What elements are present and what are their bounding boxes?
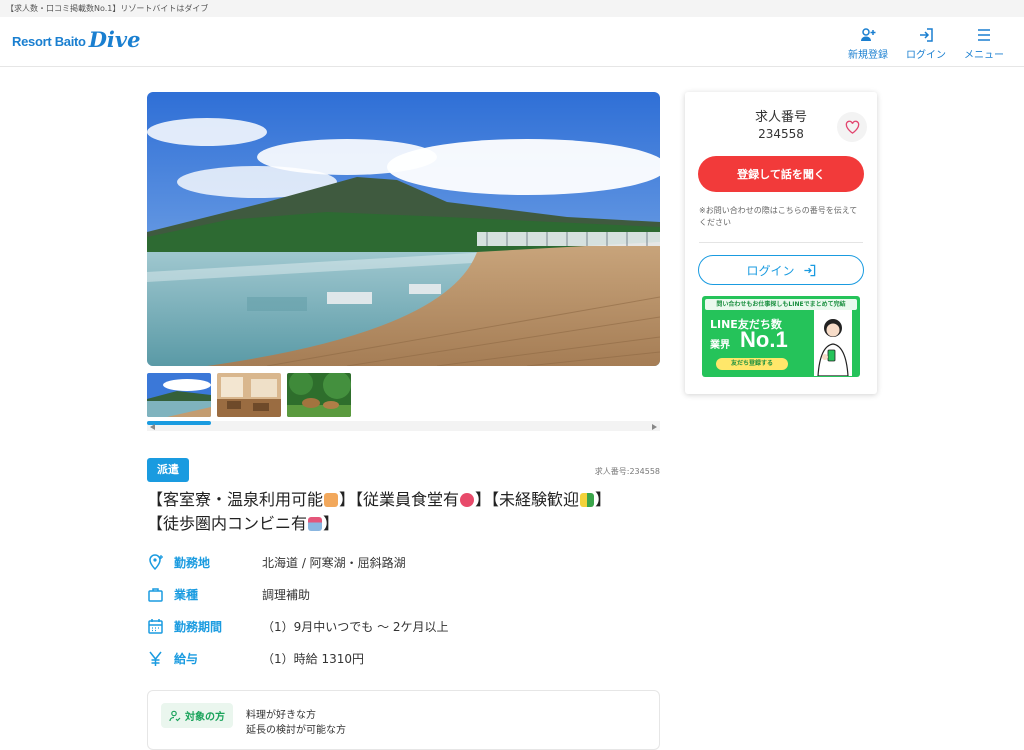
title-part-5: 【徒歩圏内コンビニ有 <box>147 514 308 533</box>
site-header: Resort Baito Dive 新規登録 ログイン メニュー <box>0 17 1024 67</box>
hamburger-menu-icon <box>978 29 990 41</box>
line-banner-industry: 業界 <box>710 340 730 351</box>
menu-nav-button[interactable]: メニュー <box>962 27 1006 61</box>
line-banner-top-text: 問い合わせもお仕事探しもLINEでまとめて完結 <box>705 299 857 310</box>
period-label: 勤務期間 <box>174 619 223 634</box>
job-main-column: 派遣 求人番号:234558 【客室寮・温泉利用可能 】【従業員食堂有 】【未経験歓… <box>147 92 660 750</box>
login-arrow-icon <box>803 264 815 276</box>
scroll-left-arrow[interactable] <box>150 424 155 430</box>
thumbnail-pool[interactable] <box>147 373 211 417</box>
target-audience-chip: 対象の方 <box>161 703 233 728</box>
side-login-button[interactable]: ログイン <box>698 255 864 285</box>
info-row-wage: 給与 （1）時給 1310円 <box>147 642 660 674</box>
line-banner-no1: No.1 <box>740 327 788 352</box>
hero-photo-infinity-pool[interactable] <box>147 92 660 366</box>
title-part-4: 】 <box>595 490 612 509</box>
wage-label: 給与 <box>174 651 199 666</box>
target-line-1: 料理が好きな方 <box>246 710 316 721</box>
site-logo[interactable]: Resort Baito Dive <box>12 27 141 52</box>
briefcase-icon <box>148 587 163 602</box>
menu-nav-label: メニュー <box>964 50 1004 61</box>
login-nav-button[interactable]: ログイン <box>904 27 948 61</box>
employment-type-badge: 派遣 <box>147 458 189 482</box>
info-row-period: 勤務期間 （1）9月中いつでも ～ 2ケ月以上 <box>147 610 660 642</box>
thumbnail-interior[interactable] <box>217 373 281 417</box>
title-part-2: 】【従業員食堂有 <box>339 490 460 509</box>
woman-with-phone-illustration <box>814 310 852 376</box>
category-label: 業種 <box>174 587 199 602</box>
login-nav-label: ログイン <box>906 50 946 61</box>
thumbnail-deer-forest[interactable] <box>287 373 351 417</box>
top-notice-bar: 【求人数・口コミ掲載数No.1】リゾートバイトはダイブ <box>0 0 1024 17</box>
favorite-button[interactable] <box>837 112 867 142</box>
wage-value: （1）時給 1310円 <box>262 651 364 666</box>
side-login-label: ログイン <box>746 263 795 278</box>
location-pin-icon <box>149 553 163 570</box>
login-icon <box>920 28 933 42</box>
logo-resort-text: Resort Baito <box>12 34 86 49</box>
line-friends-banner[interactable]: 問い合わせもお仕事探しもLINEでまとめて完結 LINE友だち数 業界 No.1… <box>702 296 860 377</box>
side-divider <box>699 242 863 243</box>
info-row-location: 勤務地 北海道 / 阿寒湖・屈斜路湖 <box>147 546 660 578</box>
job-title: 【客室寮・温泉利用可能 】【従業員食堂有 】【未経験歓迎】 【徒歩圏内コンビニ有】 <box>147 488 660 536</box>
target-line-2: 延長の検討が可能な方 <box>246 725 346 736</box>
thumbnail-scrollbar[interactable] <box>147 421 660 431</box>
target-chip-label: 対象の方 <box>185 712 225 723</box>
job-info-list: 勤務地 北海道 / 阿寒湖・屈斜路湖 業種 調理補助 勤務期間 （1）9月中いつ… <box>147 546 660 674</box>
job-meta-row: 派遣 求人番号:234558 <box>147 458 660 482</box>
scroll-right-arrow[interactable] <box>652 424 657 430</box>
period-value: （1）9月中いつでも ～ 2ケ月以上 <box>262 619 449 634</box>
header-nav: 新規登録 ログイン メニュー <box>846 27 1006 61</box>
job-number-small: 求人番号:234558 <box>594 467 660 476</box>
location-label: 勤務地 <box>174 555 211 570</box>
job-number-note: ※お問い合わせの際はこちらの番号を伝えてください <box>699 206 858 227</box>
add-user-icon <box>861 28 876 41</box>
convenience-store-emoji-icon <box>308 517 323 531</box>
category-value: 調理補助 <box>262 587 311 602</box>
person-check-icon <box>169 710 181 721</box>
register-nav-button[interactable]: 新規登録 <box>846 27 890 61</box>
calendar-icon <box>148 618 163 634</box>
rice-bowl-emoji-icon <box>460 493 475 507</box>
hero-landscape-image <box>147 92 660 366</box>
info-row-category: 業種 調理補助 <box>147 578 660 610</box>
title-part-1: 【客室寮・温泉利用可能 <box>147 490 324 509</box>
title-part-6: 】 <box>323 514 340 533</box>
target-audience-box: 対象の方 料理が好きな方 延長の検討が可能な方 <box>147 690 660 750</box>
yen-icon <box>149 651 162 666</box>
register-nav-label: 新規登録 <box>848 50 888 61</box>
target-audience-text: 料理が好きな方 延長の検討が可能な方 <box>246 708 346 738</box>
heart-icon <box>845 120 859 134</box>
side-apply-card: 求人番号 234558 登録して話を聞く ※お問い合わせの際はこちらの番号を伝え… <box>685 92 877 394</box>
scrollbar-thumb[interactable] <box>147 421 211 425</box>
house-emoji-icon <box>324 493 339 507</box>
logo-dive-text: Dive <box>88 27 141 52</box>
title-part-3: 】【未経験歓迎 <box>475 490 580 509</box>
photo-thumbnails <box>147 373 660 417</box>
beginner-mark-emoji-icon <box>580 493 595 507</box>
register-and-inquire-button[interactable]: 登録して話を聞く <box>698 156 864 192</box>
location-value: 北海道 / 阿寒湖・屈斜路湖 <box>262 555 406 570</box>
line-add-friend-button[interactable]: 友だち登録する <box>716 358 788 370</box>
